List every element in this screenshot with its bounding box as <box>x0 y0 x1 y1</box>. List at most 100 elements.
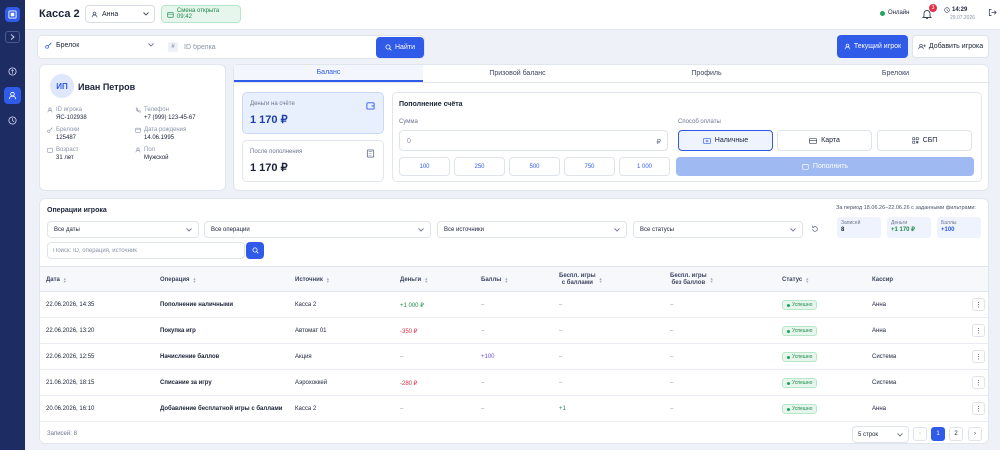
wallet-icon <box>802 164 809 170</box>
table-row[interactable]: 22.06.2026, 14:35 Пополнение наличными Кас… <box>40 292 988 318</box>
col-points[interactable]: Баллы ▲ ▼ <box>481 267 508 293</box>
cell-free-without-text: – <box>670 354 674 360</box>
gender-value: Мужской <box>144 155 169 161</box>
sidebar-expand-icon[interactable] <box>5 31 20 43</box>
col-source[interactable]: Источник ▲ ▼ <box>295 267 330 293</box>
chevron-down-icon[interactable] <box>148 43 154 47</box>
page-2-button[interactable]: 2 <box>949 427 963 441</box>
search-type-select[interactable]: Брелок <box>45 42 79 49</box>
clock: 14:29 29.07.2026 <box>944 6 975 22</box>
operations-search-input[interactable] <box>53 246 233 256</box>
col-money[interactable]: Деньги ▲ ▼ <box>400 267 428 293</box>
cell-source: Акция <box>295 344 312 370</box>
payment-sbp-button[interactable]: СБП <box>877 130 972 151</box>
row-menu-icon[interactable]: ⋮ <box>972 402 985 415</box>
cell-points-text: – <box>481 380 485 386</box>
payment-card-button[interactable]: Карта <box>777 130 872 151</box>
col-free-without-points[interactable]: Беспл. игры без баллов ▲ ▼ <box>670 267 714 293</box>
quick-amount-500[interactable]: 500 <box>509 157 560 176</box>
tab-prize-balance[interactable]: Призовой баланс <box>423 65 612 82</box>
quick-amount-750[interactable]: 750 <box>564 157 615 176</box>
col-operation[interactable]: Операция ▲ ▼ <box>160 267 196 293</box>
card-icon <box>809 137 818 144</box>
sidebar-item-players-icon[interactable] <box>4 87 21 104</box>
row-menu-icon[interactable]: ⋮ <box>972 324 985 337</box>
filter-statuses[interactable]: Все статусы <box>633 221 803 238</box>
app-logo-icon[interactable] <box>5 7 20 22</box>
id-icon <box>47 107 53 113</box>
row-menu-icon[interactable]: ⋮ <box>972 376 985 389</box>
cell-cashier-text: Анна <box>872 302 886 308</box>
cell-points-text: – <box>481 406 485 412</box>
tab-balance[interactable]: Баланс <box>234 65 423 82</box>
cell-op: Добавление бесплатной игры с баллами <box>160 396 282 422</box>
payment-cash-label: Наличные <box>714 137 749 144</box>
filter-sources[interactable]: Все источники <box>437 221 627 238</box>
cell-free-with-text: +1 <box>559 406 566 412</box>
table-row[interactable]: 22.06.2026, 13:20 Покупка игр Автомат 01 -3… <box>40 318 988 344</box>
gender-field: Пол Мужской <box>135 146 169 162</box>
cell-status: Успешно <box>782 318 818 344</box>
cell-points-text: +100 <box>481 354 495 360</box>
quick-amount-100[interactable]: 100 <box>399 157 450 176</box>
page-1-button[interactable]: 1 <box>931 427 945 441</box>
quick-amount-250[interactable]: 250 <box>454 157 505 176</box>
payment-cash-button[interactable]: Наличные <box>678 130 773 151</box>
filter-dates[interactable]: Все даты <box>47 221 199 238</box>
cash-icon <box>702 137 711 144</box>
account-balance-value: 1 170 ₽ <box>250 114 288 126</box>
cell-source-text: Акция <box>295 354 312 360</box>
key-id-input[interactable] <box>184 41 404 53</box>
quick-amount-1000[interactable]: 1 000 <box>619 157 670 176</box>
phone-field: Телефон +7 (999) 123-45-67 <box>135 106 196 122</box>
cell-free-with: – <box>559 344 562 370</box>
col-status[interactable]: Статус ▲ ▼ <box>782 267 809 293</box>
find-button[interactable]: Найти <box>376 37 424 58</box>
current-player-button[interactable]: Текущий игрок <box>837 35 908 58</box>
cell-status: Успешно <box>782 292 818 318</box>
logout-icon[interactable] <box>988 8 997 17</box>
topup-panel: Пополнение счёта Сумма 0 ₽ 100 250 500 7… <box>392 92 982 182</box>
cashier-select[interactable]: Анна <box>85 5 155 23</box>
tab-keys[interactable]: Брелоки <box>801 65 990 82</box>
search-icon <box>385 44 392 51</box>
col-money-label: Деньги <box>400 276 422 283</box>
topup-submit-button[interactable]: Пополнить <box>676 157 974 176</box>
col-cashier[interactable]: Кассир <box>872 267 893 293</box>
cell-money: +1 000 ₽ <box>400 292 424 318</box>
cell-cashier: Система <box>872 344 896 370</box>
next-page-button[interactable]: › <box>968 427 982 441</box>
prev-page-button[interactable]: ‹ <box>913 427 927 441</box>
phone-icon <box>135 107 141 113</box>
cell-source: Касса 2 <box>295 396 316 422</box>
status-text: Успешно <box>792 354 813 360</box>
cell-free-without: – <box>670 370 673 396</box>
page-size-select[interactable]: 5 строк <box>852 426 909 443</box>
filter-operations[interactable]: Все операции <box>204 221 431 238</box>
filter-operations-label: Все операции <box>211 226 250 233</box>
operations-search-button[interactable] <box>246 242 264 259</box>
cell-source-text: Касса 2 <box>295 302 317 308</box>
amount-input[interactable]: 0 ₽ <box>399 130 668 151</box>
row-menu-icon[interactable]: ⋮ <box>972 350 985 363</box>
row-menu-icon[interactable]: ⋮ <box>972 298 985 311</box>
table-row[interactable]: 20.06.2026, 16:10 Добавление бесплатной и… <box>40 396 988 422</box>
col-date[interactable]: Дата ▲ ▼ <box>46 267 67 293</box>
sort-icon: ▲ ▼ <box>598 276 603 284</box>
cell-status: Успешно <box>782 396 818 422</box>
status-dot <box>787 381 790 385</box>
sidebar <box>0 0 25 450</box>
calendar-icon <box>135 127 141 133</box>
table-row[interactable]: 22.06.2026, 12:55 Начисление баллов Акция –… <box>40 344 988 370</box>
sidebar-item-payments-icon[interactable] <box>4 63 21 80</box>
filter-sources-label: Все источники <box>444 226 485 233</box>
reset-filters-icon[interactable] <box>811 225 819 233</box>
col-free-with-points[interactable]: Беспл. игры с баллами ▲ ▼ <box>559 267 603 293</box>
tab-profile[interactable]: Профиль <box>612 65 801 82</box>
find-button-label: Найти <box>395 44 415 51</box>
topup-title: Пополнение счёта <box>399 101 463 108</box>
table-row[interactable]: 21.06.2026, 18:15 Списание за игру Аэрохок… <box>40 370 988 396</box>
sort-icon: ▲ ▼ <box>504 276 509 284</box>
sidebar-item-history-icon[interactable] <box>4 112 21 129</box>
add-player-button[interactable]: Добавить игрока <box>912 35 989 58</box>
